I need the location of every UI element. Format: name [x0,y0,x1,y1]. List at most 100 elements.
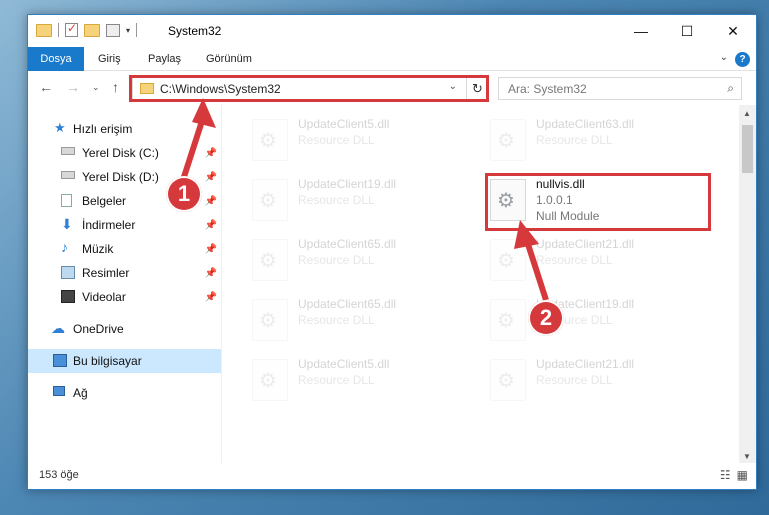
drive-icon [61,147,75,155]
new-folder-icon[interactable] [84,23,100,37]
cloud-icon: ☁ [51,320,65,336]
customize-icon[interactable] [106,23,120,37]
drive-icon [61,171,75,179]
window-controls: — ☐ ✕ [618,15,756,47]
folder-icon [36,23,52,37]
file-description: Resource DLL [536,253,613,267]
file-item[interactable]: UpdateClient19.dll Resource DLL [482,293,720,345]
scroll-thumb[interactable] [742,125,753,173]
details-view-icon[interactable]: ☷ [720,468,731,482]
file-description: Resource DLL [298,253,375,267]
pin-icon: 📌 [204,267,217,279]
nav-item-label: Bu bilgisayar [73,354,142,368]
status-bar: 153 öğe ☷ ▦ [28,463,756,489]
separator [136,23,138,37]
pin-icon: 📌 [204,147,217,159]
window-title: System32 [168,24,222,38]
nav-item-label: Hızlı erişim [73,122,133,136]
pin-icon: 📌 [204,171,217,183]
documents-icon [61,194,72,207]
file-name: UpdateClient5.dll [298,117,390,131]
close-button[interactable]: ✕ [710,15,756,47]
vertical-scrollbar[interactable]: ▲ ▼ [739,105,756,465]
address-highlight-box [129,75,489,102]
explorer-window: ▾ System32 — ☐ ✕ Dosya Giriş Paylaş Görü… [27,14,757,490]
tab-view[interactable]: Görünüm [194,47,264,71]
file-name: UpdateClient63.dll [536,117,635,131]
pin-icon: 📌 [204,291,217,303]
file-name: UpdateClient5.dll [298,357,390,371]
file-highlight-box [485,173,711,231]
dll-file-icon [490,299,526,341]
title-bar: ▾ System32 — ☐ ✕ [28,15,756,47]
nav-item-label: Videolar [82,290,126,304]
pin-icon: 📌 [204,219,217,231]
search-placeholder: Ara: System32 [508,82,587,96]
nav-item-network[interactable]: Ağ [28,381,221,405]
file-item[interactable]: UpdateClient21.dll Resource DLL [482,233,720,285]
callout-step-one: 1 [166,176,202,212]
properties-check-icon[interactable] [65,21,78,37]
file-item[interactable]: UpdateClient19.dll Resource DLL [244,173,482,225]
nav-item-local-disk-c[interactable]: Yerel Disk (C:) 📌 [28,141,221,165]
nav-item-onedrive[interactable]: ☁ OneDrive [28,317,221,341]
nav-item-label: Resimler [82,266,130,280]
file-name: UpdateClient65.dll [298,297,397,311]
item-count: 153 öğe [39,469,79,481]
nav-item-quick-access[interactable]: ★ Hızlı erişim [28,117,221,141]
recent-locations-icon[interactable]: ⌄ [92,82,100,93]
scroll-down-icon[interactable]: ▼ [743,452,751,461]
dll-file-icon [252,359,288,401]
nav-item-label: İndirmeler [82,218,136,232]
music-icon: ♪ [61,239,68,255]
nav-item-label: Belgeler [82,194,127,208]
nav-item-videos[interactable]: Videolar 📌 [28,285,221,309]
scroll-up-icon[interactable]: ▲ [743,109,751,118]
dll-file-icon [490,239,526,281]
file-item[interactable]: UpdateClient5.dll Resource DLL [244,113,482,165]
navigation-pane: ★ Hızlı erişim Yerel Disk (C:) 📌 Yerel D… [28,105,221,465]
tab-home[interactable]: Giriş [86,47,133,71]
search-icon: ⌕ [727,81,734,95]
file-name: UpdateClient65.dll [298,237,397,251]
file-name: UpdateClient19.dll [298,177,397,191]
nav-item-this-pc[interactable]: Bu bilgisayar [28,349,221,373]
file-item[interactable]: UpdateClient5.dll Resource DLL [244,353,482,405]
file-item[interactable]: UpdateClient21.dll Resource DLL [482,353,720,405]
file-description: Resource DLL [298,373,375,387]
pin-icon: 📌 [204,195,217,207]
nav-item-label: Yerel Disk (C:) [82,146,159,160]
nav-item-downloads[interactable]: ⬇ İndirmeler 📌 [28,213,221,237]
file-list: UpdateClient5.dll Resource DLL UpdateCli… [222,105,740,465]
help-button[interactable]: ? [735,52,750,67]
file-name: UpdateClient21.dll [536,357,635,371]
tab-share[interactable]: Paylaş [136,47,193,71]
nav-item-pictures[interactable]: Resimler 📌 [28,261,221,285]
file-description: Resource DLL [536,133,613,147]
file-name: UpdateClient21.dll [536,237,635,251]
forward-button[interactable]: → [66,79,80,95]
separator [58,23,59,37]
tiles-view-icon[interactable]: ▦ [737,468,748,482]
file-item[interactable]: UpdateClient63.dll Resource DLL [482,113,720,165]
dll-file-icon [490,359,526,401]
back-button[interactable]: ← [39,79,53,95]
file-item[interactable]: UpdateClient65.dll Resource DLL [244,293,482,345]
nav-item-label: Yerel Disk (D:) [82,170,159,184]
file-item[interactable]: UpdateClient65.dll Resource DLL [244,233,482,285]
file-description: Resource DLL [536,373,613,387]
up-button[interactable]: ↑ [112,79,119,95]
dll-file-icon [252,239,288,281]
maximize-button[interactable]: ☐ [664,15,710,47]
minimize-button[interactable]: — [618,15,664,47]
ribbon-tabs: Dosya Giriş Paylaş Görünüm ⌄ ? [28,47,756,99]
nav-item-music[interactable]: ♪ Müzik 📌 [28,237,221,261]
dll-file-icon [252,299,288,341]
network-icon [53,386,65,396]
dll-file-icon [252,179,288,221]
file-description: Resource DLL [298,193,375,207]
search-input[interactable]: Ara: System32 ⌕ [498,77,742,100]
expand-ribbon-icon[interactable]: ⌄ [720,52,728,63]
pictures-icon [61,266,75,279]
quick-access-dropdown-icon[interactable]: ▾ [126,26,130,35]
